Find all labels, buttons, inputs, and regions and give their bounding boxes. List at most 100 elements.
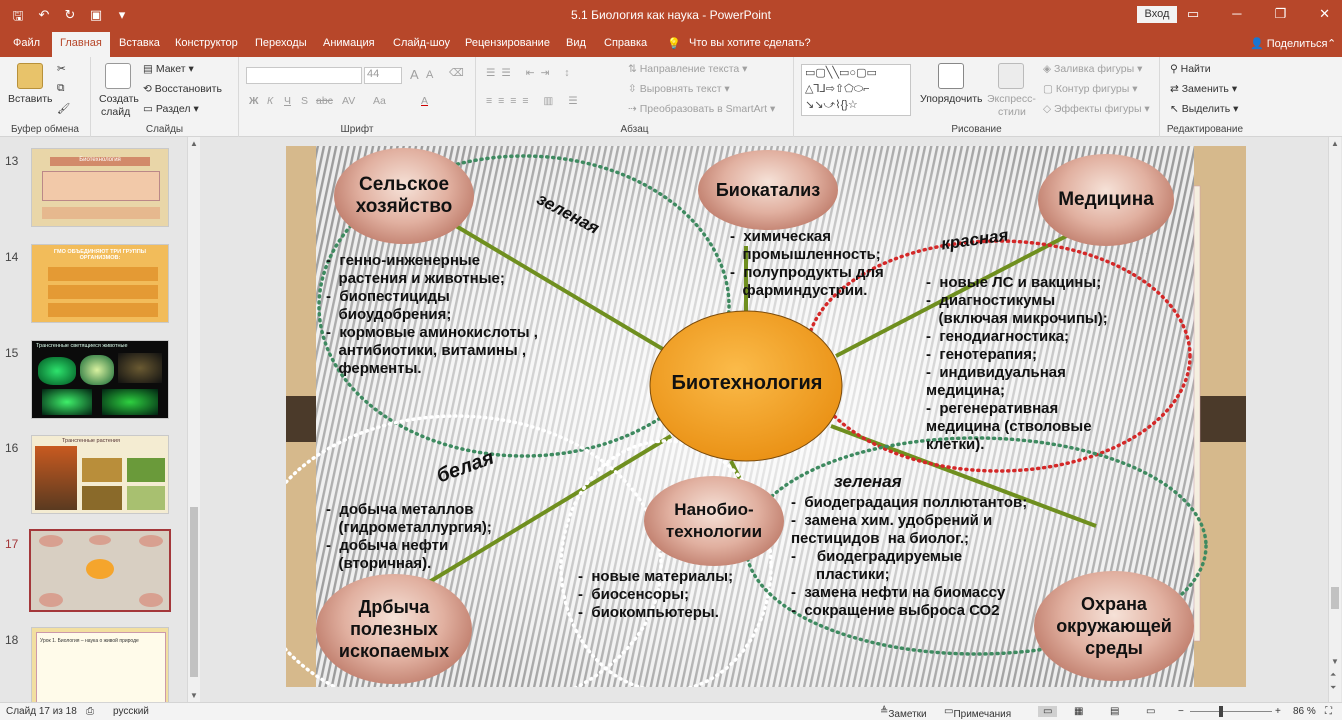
shadow-button[interactable]: S bbox=[301, 95, 308, 107]
tab-review[interactable]: Рецензирование bbox=[465, 37, 550, 49]
reading-view-icon[interactable]: ▤ bbox=[1110, 706, 1119, 717]
underline-button[interactable]: Ч bbox=[284, 95, 291, 107]
slide-canvas[interactable]: Биотехнология Сельское хозяйство Биоката… bbox=[286, 146, 1246, 687]
language-indicator[interactable]: русский bbox=[113, 706, 149, 717]
reset-button[interactable]: ⟲ Восстановить bbox=[143, 83, 222, 95]
new-slide-button[interactable]: Создать bbox=[99, 93, 139, 105]
tab-help[interactable]: Справка bbox=[604, 37, 647, 49]
next-slide-icon[interactable]: ⏷ bbox=[1330, 683, 1336, 693]
tab-file[interactable]: Файл bbox=[13, 37, 40, 49]
tab-design[interactable]: Конструктор bbox=[175, 37, 238, 49]
zoom-out-icon[interactable]: − bbox=[1178, 706, 1184, 717]
center-node-label[interactable]: Биотехнология bbox=[652, 373, 842, 393]
scroll-up-icon[interactable]: ▲ bbox=[1331, 139, 1339, 148]
spellcheck-icon[interactable]: ⎙ bbox=[86, 706, 94, 717]
text-direction-button[interactable]: ⇅ Направление текста ▾ bbox=[628, 63, 747, 75]
ribbon-display-icon[interactable]: ▭ bbox=[1187, 6, 1199, 22]
font-grow-button[interactable]: A bbox=[410, 67, 419, 82]
shape-outline-button[interactable]: ▢ Контур фигуры ▾ bbox=[1043, 83, 1137, 95]
format-painter-icon[interactable]: 🖌 bbox=[57, 102, 70, 115]
scroll-thumb[interactable] bbox=[190, 507, 198, 677]
font-size-combo[interactable]: 44 bbox=[364, 67, 402, 84]
paste-button[interactable]: Вставить bbox=[8, 93, 53, 105]
node-nanobio[interactable]: Нанобио- технологии bbox=[644, 476, 784, 566]
align-text-button[interactable]: ⇳ Выровнять текст ▾ bbox=[628, 83, 730, 95]
tab-transitions[interactable]: Переходы bbox=[255, 37, 307, 49]
case-button[interactable]: Aa bbox=[373, 95, 386, 107]
quick-styles-button[interactable]: Экспресс- bbox=[987, 93, 1036, 105]
thumbnail-slide-13[interactable]: 13 Биотехнология bbox=[0, 148, 190, 230]
quick-styles-label2[interactable]: стили bbox=[998, 106, 1026, 118]
thumbnail-slide-17[interactable]: 17 bbox=[0, 529, 190, 613]
tab-home[interactable]: Главная bbox=[52, 32, 110, 57]
thumbnail-slide-15[interactable]: 15 Трансгенные светящиеся животные bbox=[0, 340, 190, 422]
find-button[interactable]: ⚲ Найти bbox=[1170, 63, 1211, 75]
thumbnail-slide-14[interactable]: 14 ГМО ОБЪЕДИНЯЮТ ТРИ ГРУППЫ ОРГАНИЗМОВ: bbox=[0, 244, 190, 326]
paste-icon[interactable] bbox=[17, 63, 43, 89]
slide-scrollbar[interactable]: ▲ ▼ ⏶ ⏷ bbox=[1328, 137, 1341, 702]
fit-to-window-icon[interactable]: ⛶ bbox=[1325, 706, 1332, 717]
scroll-down-icon[interactable]: ▼ bbox=[1331, 657, 1339, 666]
text-medicine[interactable]: - новые ЛС и вакцины; - диагностикумы (в… bbox=[926, 274, 1108, 454]
arrange-icon[interactable] bbox=[938, 63, 964, 89]
shape-effects-button[interactable]: ◇ Эффекты фигуры ▾ bbox=[1043, 103, 1150, 115]
strike-button[interactable]: abc bbox=[316, 95, 333, 107]
node-biocatalysis[interactable]: Биокатализ bbox=[698, 150, 838, 230]
slide-sorter-icon[interactable]: ▦ bbox=[1074, 706, 1083, 717]
copy-icon[interactable]: ⧉ bbox=[57, 82, 65, 95]
close-icon[interactable]: ✕ bbox=[1319, 6, 1330, 22]
font-shrink-button[interactable]: A bbox=[426, 69, 433, 81]
font-color-button[interactable]: A bbox=[421, 95, 428, 107]
spacing-button[interactable]: AV bbox=[342, 95, 355, 107]
ribbon-collapse-icon[interactable]: ⌃ bbox=[1327, 37, 1336, 50]
italic-button[interactable]: К bbox=[267, 95, 273, 107]
tab-view[interactable]: Вид bbox=[566, 37, 586, 49]
arrange-button[interactable]: Упорядочить bbox=[920, 93, 982, 105]
thumbnail-scrollbar[interactable]: ▲ ▼ bbox=[187, 137, 200, 702]
share-button[interactable]: 👤 Поделиться bbox=[1250, 37, 1328, 50]
align-buttons[interactable]: ≡≡≡≡ ▥ ☰ bbox=[486, 95, 584, 107]
text-biocatalysis[interactable]: - химическая промышленность; - полупроду… bbox=[730, 228, 884, 300]
list-buttons[interactable]: ☰☰ ⇤⇥ ↕ bbox=[486, 67, 576, 79]
clear-format-icon[interactable]: ⌫ bbox=[449, 67, 464, 79]
quick-styles-icon[interactable] bbox=[998, 63, 1024, 89]
scroll-up-icon[interactable]: ▲ bbox=[190, 139, 198, 148]
shapes-gallery[interactable]: ▭▢╲╲▭○▢▭ △⅂⅃⇨⇧⬠⬭⌐ ↘↘⤻⌇{}☆ bbox=[801, 64, 911, 116]
comments-button[interactable]: ▭ Примечания bbox=[944, 706, 1011, 720]
tab-slideshow[interactable]: Слайд-шоу bbox=[393, 37, 450, 49]
text-mining[interactable]: - добыча металлов (гидрометаллургия); - … bbox=[326, 501, 492, 573]
node-mining[interactable]: Дрбыча полезных ископаемых bbox=[316, 574, 472, 684]
tab-insert[interactable]: Вставка bbox=[119, 37, 160, 49]
cut-icon[interactable]: ✂ bbox=[57, 63, 66, 75]
bold-button[interactable]: Ж bbox=[249, 95, 259, 107]
select-button[interactable]: ↖ Выделить ▾ bbox=[1170, 103, 1238, 115]
node-agriculture[interactable]: Сельское хозяйство bbox=[334, 148, 474, 244]
node-medicine[interactable]: Медицина bbox=[1038, 154, 1174, 246]
thumbnail-slide-16[interactable]: 16 Трансгенные растения bbox=[0, 435, 190, 517]
smartart-button[interactable]: ⇢ Преобразовать в SmartArt ▾ bbox=[628, 103, 775, 115]
new-slide-icon[interactable] bbox=[105, 63, 131, 89]
tell-me-search[interactable]: Что вы хотите сделать? bbox=[689, 37, 811, 49]
previous-slide-icon[interactable]: ⏶ bbox=[1330, 670, 1336, 680]
slideshow-view-icon[interactable]: ▭ bbox=[1146, 706, 1155, 717]
text-environment[interactable]: - биодеградация поллютантов; - замена хи… bbox=[791, 494, 1027, 620]
thumbnail-slide-18[interactable]: 18 Урок 1. Биология – наука о живой прир… bbox=[0, 627, 190, 709]
zoom-level[interactable]: 86 % bbox=[1293, 706, 1316, 717]
layout-button[interactable]: ▤ Макет ▾ bbox=[143, 63, 194, 75]
replace-button[interactable]: ⇄ Заменить ▾ bbox=[1170, 83, 1237, 95]
maximize-icon[interactable]: ❐ bbox=[1274, 6, 1286, 22]
text-agriculture[interactable]: - генно-инженерные растения и животные; … bbox=[326, 252, 538, 378]
zoom-slider-thumb[interactable] bbox=[1219, 706, 1223, 717]
shape-fill-button[interactable]: ◈ Заливка фигуры ▾ bbox=[1043, 63, 1142, 75]
signin-button[interactable]: Вход bbox=[1137, 6, 1177, 23]
node-environment[interactable]: Охрана окружающей среды bbox=[1034, 571, 1194, 681]
normal-view-icon[interactable]: ▭ bbox=[1038, 706, 1058, 717]
notes-button[interactable]: ≜ Заметки bbox=[880, 706, 927, 720]
scroll-down-icon[interactable]: ▼ bbox=[190, 691, 198, 700]
tab-animations[interactable]: Анимация bbox=[323, 37, 375, 49]
text-nanobio[interactable]: - новые материалы; - биосенсоры; - биоко… bbox=[578, 568, 733, 622]
new-slide-label2[interactable]: слайд bbox=[101, 106, 130, 118]
minimize-icon[interactable]: ─ bbox=[1232, 6, 1241, 22]
section-button[interactable]: ▭ Раздел ▾ bbox=[143, 103, 199, 115]
font-name-combo[interactable] bbox=[246, 67, 362, 84]
